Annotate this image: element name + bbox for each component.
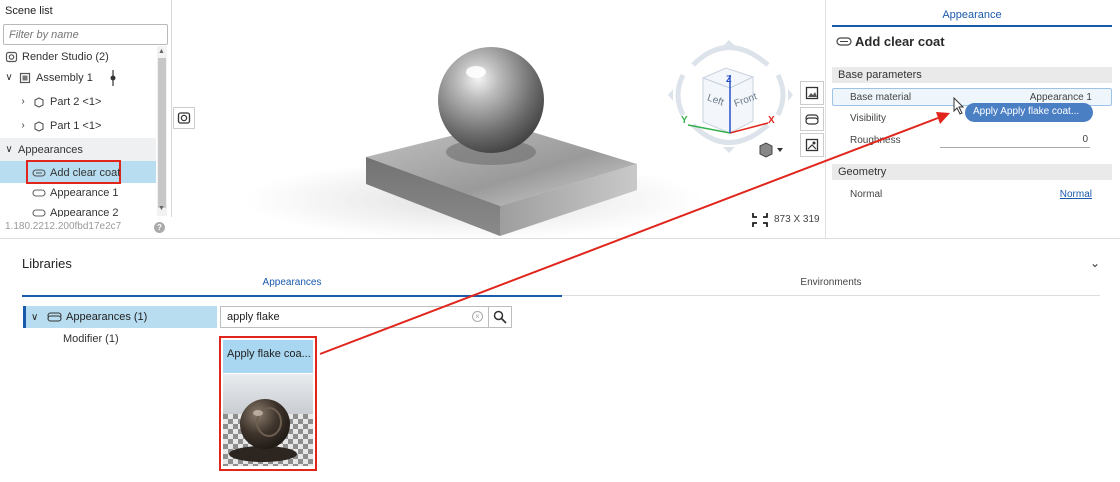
drag-tooltip: Apply Apply flake coat... xyxy=(965,103,1093,122)
drag-annotation-arrow xyxy=(319,112,950,355)
